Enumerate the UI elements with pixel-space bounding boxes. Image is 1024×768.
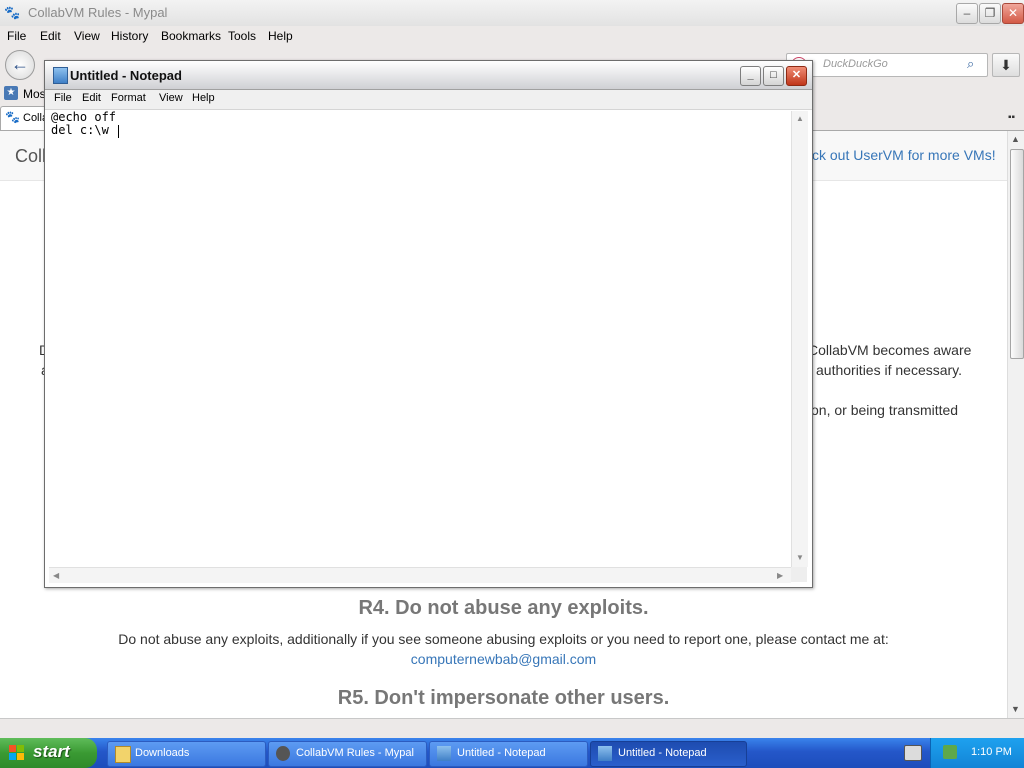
restore-button[interactable]: ❐ (979, 3, 1001, 24)
notepad-icon (598, 746, 612, 761)
bookmark-folder-icon: ★ (4, 86, 18, 100)
rule-text-fragment: authorities if necessary. (816, 362, 963, 378)
menu-edit[interactable]: Edit (82, 92, 101, 104)
browser-title: CollabVM Rules - Mypal (28, 5, 168, 20)
notepad-menu-bar: File Edit Format View Help (45, 90, 812, 110)
menu-view[interactable]: View (74, 29, 100, 43)
menu-help[interactable]: Help (268, 29, 293, 43)
keyboard-icon[interactable] (904, 745, 922, 761)
rule-heading-r4: R4. Do not abuse any exploits. (358, 597, 649, 619)
tab-favicon-icon: 🐾 (5, 110, 20, 124)
notepad-horizontal-scrollbar[interactable]: ◀ ▶ (49, 567, 791, 583)
menu-file[interactable]: File (54, 92, 72, 104)
notepad-icon (53, 67, 68, 84)
taskbar-item-notepad-active[interactable]: Untitled - Notepad (590, 741, 747, 767)
browser-title-bar: 🐾 CollabVM Rules - Mypal – ❐ ✕ (0, 0, 1024, 26)
menu-bookmarks[interactable]: Bookmarks (161, 29, 221, 43)
menu-file[interactable]: File (7, 29, 26, 43)
start-button[interactable]: start (0, 738, 97, 768)
site-title[interactable]: Coll (15, 146, 46, 167)
back-arrow-icon[interactable]: ← (5, 50, 35, 80)
rule-text-fragment: on, or being transmitted (811, 402, 959, 418)
email-text[interactable]: computernewbab@gmail.com (411, 651, 596, 667)
taskbar-item-notepad[interactable]: Untitled - Notepad (429, 741, 588, 767)
taskbar-item-downloads[interactable]: Downloads (107, 741, 266, 767)
clock[interactable]: 1:10 PM (971, 746, 1012, 758)
notepad-title: Untitled - Notepad (70, 68, 182, 83)
search-input[interactable]: DuckDuckGo ⌕ (786, 53, 988, 77)
page-scrollbar[interactable]: ▲ ▼ (1007, 131, 1024, 718)
menu-format[interactable]: Format (111, 92, 146, 104)
scroll-up-icon[interactable]: ▲ (1011, 134, 1020, 144)
mypal-icon (276, 746, 290, 761)
system-tray: 1:10 PM (930, 738, 1024, 768)
scrollbar-thumb[interactable] (1010, 149, 1024, 359)
notepad-content[interactable]: @echo off del c:\w (51, 111, 116, 137)
contact-email-link[interactable]: computernewbab@gmail.com (0, 651, 1007, 667)
taskbar-item-label: Untitled - Notepad (457, 747, 546, 759)
menu-tools[interactable]: Tools (228, 29, 256, 43)
windows-logo-icon (9, 745, 25, 761)
notepad-icon (437, 746, 451, 761)
menu-edit[interactable]: Edit (40, 29, 61, 43)
scroll-up-icon[interactable]: ▲ (796, 114, 804, 123)
minimize-button[interactable]: _ (740, 66, 761, 86)
search-placeholder: DuckDuckGo (823, 58, 888, 70)
notepad-vertical-scrollbar[interactable]: ▲ ▼ (791, 111, 808, 567)
minimize-button[interactable]: – (956, 3, 978, 24)
resize-grip-icon[interactable] (791, 567, 807, 582)
menu-help[interactable]: Help (192, 92, 215, 104)
folder-icon (115, 746, 131, 763)
taskbar-item-label: Downloads (135, 747, 190, 759)
rule-text-fragment: CollabVM becomes aware (808, 342, 972, 358)
notepad-text-area[interactable]: @echo off del c:\w (49, 111, 790, 567)
scroll-down-icon[interactable]: ▼ (1011, 704, 1020, 714)
menu-view[interactable]: View (159, 92, 183, 104)
rule-text-r4: Do not abuse any exploits, additionally … (118, 631, 889, 647)
download-icon[interactable]: ⬇ (992, 53, 1020, 77)
scroll-left-icon[interactable]: ◀ (53, 571, 59, 580)
menu-history[interactable]: History (111, 29, 148, 43)
text-caret (118, 125, 119, 138)
browser-menu-bar: File Edit View History Bookmarks Tools H… (0, 27, 1024, 47)
close-button[interactable]: ✕ (786, 66, 807, 86)
mypal-logo-icon: 🐾 (4, 5, 21, 20)
taskbar-item-label: CollabVM Rules - Mypal (296, 747, 414, 759)
rule-heading-r5: R5. Don't impersonate other users. (337, 687, 670, 709)
start-label: start (33, 742, 70, 761)
scroll-right-icon[interactable]: ▶ (777, 571, 783, 580)
tab-collabvm-rules[interactable]: 🐾 Colla (0, 106, 48, 130)
uservm-link[interactable]: ck out UserVM for more VMs! (812, 147, 996, 163)
list-all-tabs-icon[interactable]: ▪▪ (1008, 112, 1015, 123)
notepad-window: Untitled - Notepad _ □ ✕ File Edit Forma… (44, 60, 813, 588)
close-button[interactable]: ✕ (1002, 3, 1024, 24)
status-bar (0, 718, 1024, 739)
notepad-title-bar[interactable]: Untitled - Notepad _ □ ✕ (45, 61, 812, 90)
taskbar-item-label: Untitled - Notepad (618, 747, 707, 759)
scroll-down-icon[interactable]: ▼ (796, 553, 804, 562)
magnifier-icon[interactable]: ⌕ (967, 56, 974, 72)
taskbar-item-mypal[interactable]: CollabVM Rules - Mypal (268, 741, 427, 767)
network-icon[interactable] (943, 745, 957, 759)
maximize-button[interactable]: □ (763, 66, 784, 86)
